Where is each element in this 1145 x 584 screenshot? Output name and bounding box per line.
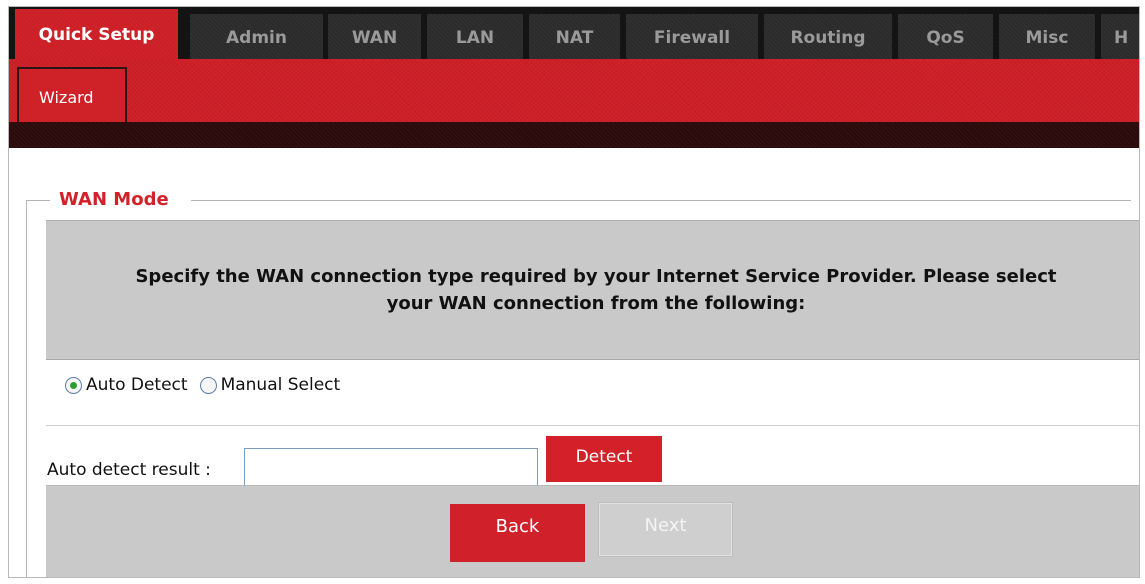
tab-admin[interactable]: Admin: [190, 14, 323, 59]
sub-tab-bar: Wizard: [9, 59, 1139, 122]
tab-wan[interactable]: WAN: [328, 14, 421, 59]
detect-button[interactable]: Detect: [546, 436, 662, 482]
tab-qos[interactable]: QoS: [898, 14, 993, 59]
fieldset-border: [191, 200, 1131, 201]
section-separator: [46, 425, 1139, 426]
main-tab-bar: Quick Setup Admin WAN LAN NAT Firewall R…: [9, 7, 1139, 59]
back-button[interactable]: Back: [450, 504, 585, 562]
description-panel: Specify the WAN connection type required…: [46, 220, 1139, 360]
next-button[interactable]: Next: [598, 502, 733, 557]
radio-manual-select[interactable]: [199, 376, 217, 394]
fieldset-legend-wan-mode: WAN Mode: [59, 189, 169, 210]
radio-auto-detect-label[interactable]: Auto Detect: [86, 375, 188, 395]
router-admin-page: Quick Setup Admin WAN LAN NAT Firewall R…: [8, 6, 1140, 578]
header-divider-band: [9, 122, 1139, 148]
radio-manual-select-label[interactable]: Manual Select: [221, 375, 341, 395]
tab-help-partial[interactable]: H: [1101, 14, 1139, 59]
description-text: Specify the WAN connection type required…: [135, 266, 1057, 314]
tab-firewall[interactable]: Firewall: [626, 14, 758, 59]
tab-lan[interactable]: LAN: [427, 14, 523, 59]
subtab-wizard[interactable]: Wizard: [17, 67, 127, 122]
tab-nat[interactable]: NAT: [529, 14, 620, 59]
radio-auto-detect[interactable]: [65, 376, 82, 394]
fieldset-border: [26, 200, 27, 577]
tab-quick-setup[interactable]: Quick Setup: [15, 9, 178, 59]
tab-misc[interactable]: Misc: [999, 14, 1095, 59]
fieldset-border: [26, 200, 50, 201]
tab-routing[interactable]: Routing: [764, 14, 892, 59]
auto-detect-result-label: Auto detect result :: [47, 460, 211, 480]
auto-detect-result-input[interactable]: [244, 448, 538, 486]
wan-mode-options: Auto Detect Manual Select: [65, 375, 352, 395]
wizard-nav-panel: Back Next: [46, 485, 1139, 577]
